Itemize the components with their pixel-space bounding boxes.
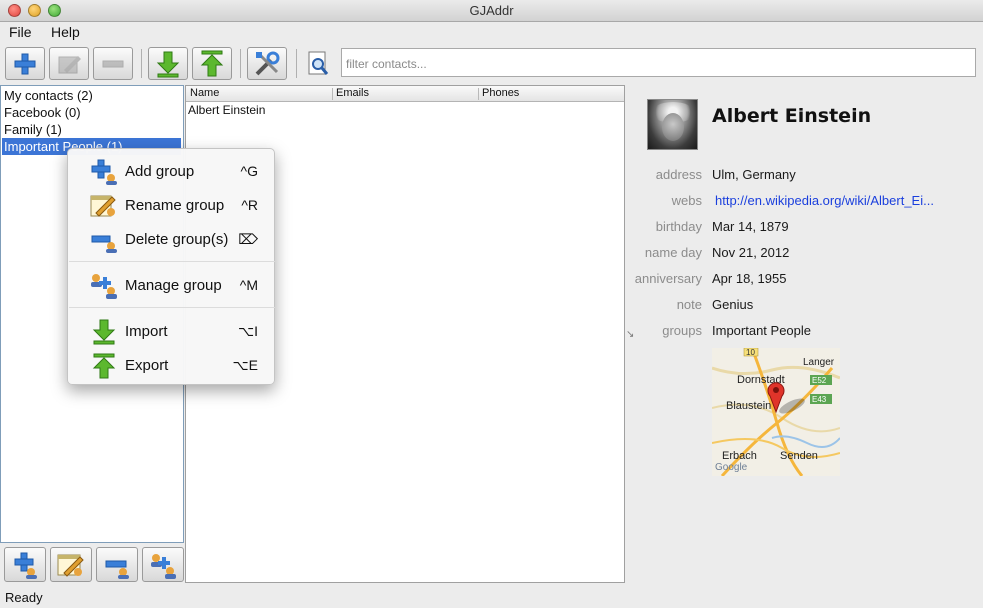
status-bar: Ready [5,590,43,605]
upload-arrow-icon [200,50,224,76]
tools-icon [255,51,280,75]
menu-shortcut: ⌥I [237,323,258,339]
field-label-anniversary: anniversary [634,271,702,286]
map-label-e52: E52 [812,376,827,385]
field-value-address: Ulm, Germany [712,167,796,182]
column-header-phones[interactable]: Phones [482,87,519,99]
menu-item-import[interactable]: Import ⌥I [68,316,274,348]
group-context-menu: Add group ^G Rename group ^R Delete grou… [67,148,275,385]
add-group-button[interactable] [4,547,46,582]
contact-name-cell: Albert Einstein [188,103,266,117]
delete-group-icon [105,560,129,579]
plus-icon [14,53,36,74]
menu-help[interactable]: Help [51,24,80,40]
edit-contact-button[interactable] [49,47,89,80]
menu-label: Manage group [125,277,222,294]
menu-item-export[interactable]: Export ⌥E [68,350,274,382]
title-bar: GJAddr [0,0,983,22]
notepad-pencil-icon [58,55,81,73]
table-header: Name Emails Phones [186,86,624,102]
field-label-groups: groups [662,323,702,338]
search-icon [308,51,329,75]
field-value-groups: Important People [712,323,812,338]
map-label-senden: Senden [780,450,818,462]
menu-bar: File Help [0,22,983,42]
manage-group-icon [91,274,117,299]
preferences-button[interactable] [247,47,287,80]
rename-group-icon [90,195,116,217]
export-icon [92,353,116,379]
field-label-name-day: name day [644,245,702,260]
field-label-webs: webs [671,193,702,208]
table-row[interactable]: Albert Einstein [188,103,265,117]
field-label-note: note [676,297,702,312]
search-button[interactable] [303,47,333,80]
menu-file[interactable]: File [9,24,32,40]
map-label-e43: E43 [812,395,827,404]
menu-shortcut: ^G [240,163,258,179]
minus-icon [102,60,124,67]
menu-item-rename-group[interactable]: Rename group ^R [68,190,274,222]
contact-detail-panel: Albert Einstein address Ulm, Germany web… [626,85,983,583]
delete-group-icon [91,235,117,253]
field-label-address: address [655,167,702,182]
field-value-name-day: Nov 21, 2012 [712,245,790,260]
group-item-family[interactable]: Family (1) [3,121,62,138]
export-button[interactable] [192,47,232,80]
menu-shortcut: ^M [239,277,258,293]
add-group-icon [14,552,37,579]
manage-group-icon [151,553,176,579]
field-label-birthday: birthday [655,219,702,234]
add-contact-button[interactable] [5,47,45,80]
manage-group-button[interactable] [142,547,184,582]
menu-item-add-group[interactable]: Add group ^G [68,156,274,188]
toolbar: filter contacts... [0,43,983,83]
field-value-note: Genius [712,297,754,312]
map-label-erbach: Erbach [722,450,757,462]
web-link[interactable]: http://en.wikipedia.org/wiki/Albert_Ei..… [715,193,977,208]
menu-shortcut: ⌦ [238,231,258,247]
column-header-name[interactable]: Name [190,87,219,99]
map-label-google: Google [715,462,748,473]
menu-shortcut: ^R [241,197,258,213]
menu-label: Export [125,357,169,374]
menu-label: Import [125,323,168,340]
menu-label: Delete group(s) [125,231,229,248]
group-toolbar [4,547,184,583]
map-label-blaustein: Blaustein [726,400,771,412]
column-header-emails[interactable]: Emails [336,87,369,99]
contact-name: Albert Einstein [712,105,872,127]
map-label-langer: Langer [803,357,835,368]
menu-shortcut: ⌥E [232,357,258,373]
add-group-icon [91,159,117,185]
location-map[interactable]: 10 Langer Dornstadt E52 E43 Blaustein Er… [712,348,840,476]
group-item-facebook[interactable]: Facebook (0) [3,104,81,121]
rename-group-button[interactable] [50,547,92,582]
menu-label: Rename group [125,197,225,214]
import-icon [92,319,116,345]
field-value-anniversary: Apr 18, 1955 [712,271,787,286]
remove-contact-button[interactable] [93,47,133,80]
map-label-road: 10 [746,348,755,357]
menu-item-delete-group[interactable]: Delete group(s) ⌦ [68,224,274,256]
window-title: GJAddr [469,3,514,18]
delete-group-button[interactable] [96,547,138,582]
contact-photo [647,99,698,150]
import-button[interactable] [148,47,188,80]
rename-group-icon [57,554,84,577]
menu-label: Add group [125,163,195,180]
search-input[interactable]: filter contacts... [341,48,976,77]
menu-item-manage-group[interactable]: Manage group ^M [68,270,274,302]
download-arrow-icon [156,51,180,77]
group-item-my-contacts[interactable]: My contacts (2) [3,87,93,104]
splitter-handle[interactable]: ↘ [626,329,634,340]
field-value-birthday: Mar 14, 1879 [712,219,789,234]
